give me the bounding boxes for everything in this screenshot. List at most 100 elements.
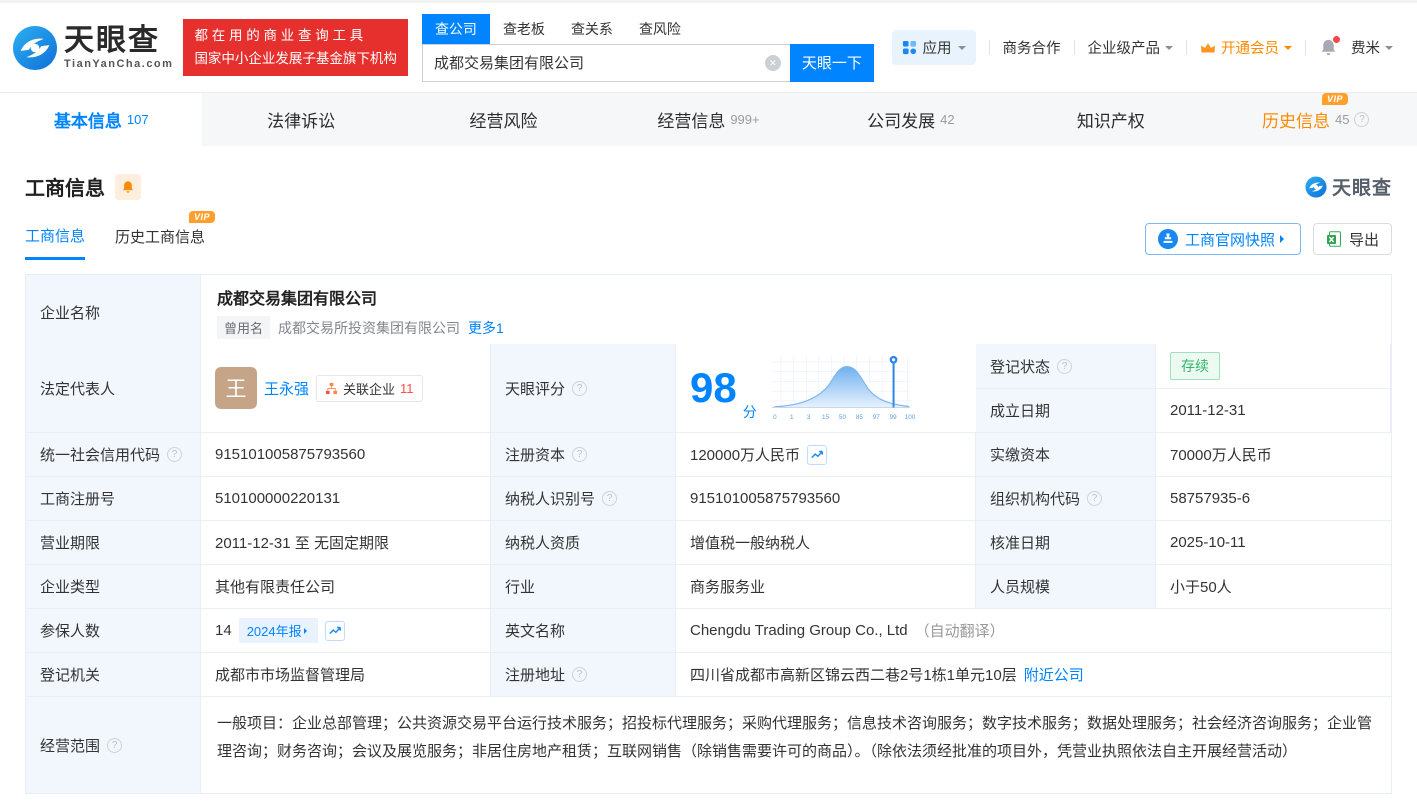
search-tabs: 查公司 查老板 查关系 查风险 <box>421 13 874 44</box>
business-term-label: 营业期限 <box>26 521 201 565</box>
tab-basic-info[interactable]: 基本信息 107 <box>0 93 203 146</box>
search-clear-icon[interactable]: ✕ <box>764 54 781 71</box>
notification-dot <box>1333 36 1340 43</box>
score-label-cell: 天眼评分 ? <box>491 344 676 433</box>
nav-open-vip[interactable]: 开通会员 <box>1200 37 1292 58</box>
search-tab-risk[interactable]: 查风险 <box>639 14 681 44</box>
company-name-cell: 成都交易集团有限公司 曾用名 成都交易所投资集团有限公司 更多1 <box>201 275 1391 350</box>
table-row: 工商注册号 510100000220131 纳税人识别号 ? 915101005… <box>26 477 1391 521</box>
table-row: 企业名称 成都交易集团有限公司 曾用名 成都交易所投资集团有限公司 更多1 <box>26 275 1391 350</box>
search-tab-company[interactable]: 查公司 <box>421 13 490 44</box>
address-label-cell: 注册地址 ? <box>491 653 676 697</box>
tab-intellectual-property[interactable]: 知识产权 <box>1012 93 1214 146</box>
logo-domain-text: TianYanCha.com <box>64 57 174 70</box>
nav-cooperation[interactable]: 商务合作 <box>1003 37 1061 58</box>
reg-authority-label: 登记机关 <box>26 653 201 697</box>
more-former-names-link[interactable]: 更多1 <box>468 318 504 338</box>
tab-legal[interactable]: 法律诉讼 <box>202 93 404 146</box>
trend-chart-icon[interactable] <box>324 620 345 641</box>
nav-apps[interactable]: 应用 <box>891 30 976 65</box>
insured-label: 参保人数 <box>26 609 201 653</box>
subtab-history-business-info[interactable]: 历史工商信息 VIP <box>115 211 216 258</box>
site-logo[interactable]: 天眼查 TianYanCha.com <box>12 25 173 71</box>
related-companies-badge[interactable]: 关联企业 11 <box>316 374 423 402</box>
reg-number-value: 510100000220131 <box>201 477 491 521</box>
annual-report-badge[interactable]: 2024年报 <box>238 618 318 643</box>
taxpayer-quality-label: 纳税人资质 <box>491 521 676 565</box>
search-tab-relation[interactable]: 查关系 <box>571 14 613 44</box>
export-button[interactable]: 导出 <box>1312 223 1392 255</box>
nav-divider <box>988 40 990 55</box>
svg-text:100: 100 <box>905 414 915 421</box>
chevron-down-icon <box>1165 45 1173 54</box>
chevron-down-icon <box>957 45 966 54</box>
tab-company-development[interactable]: 公司发展 42 <box>810 93 1012 146</box>
insured-cell: 14 2024年报 <box>201 609 491 653</box>
subscribe-bell-button[interactable] <box>115 173 141 200</box>
help-icon[interactable]: ? <box>1354 112 1370 127</box>
business-scope-label-cell: 经营范围 ? <box>26 697 201 793</box>
company-name: 成都交易集团有限公司 <box>217 291 378 308</box>
related-companies-count: 11 <box>400 380 414 396</box>
nav-user-menu[interactable]: 费米 <box>1351 37 1393 58</box>
english-name-label: 英文名称 <box>491 609 676 653</box>
help-icon[interactable]: ? <box>572 447 588 462</box>
subtab-label: 历史工商信息 <box>115 229 206 246</box>
tab-history-info[interactable]: 历史信息 VIP 45 ? <box>1215 93 1417 146</box>
help-icon[interactable]: ? <box>572 667 588 682</box>
search-tab-boss[interactable]: 查老板 <box>503 14 545 44</box>
nav-enterprise[interactable]: 企业级产品 <box>1088 37 1173 58</box>
subtab-business-info[interactable]: 工商信息 <box>25 225 86 260</box>
org-code-value: 58757935-6 <box>1156 477 1391 521</box>
search-area: 查公司 查老板 查关系 查风险 ✕ 天眼一下 <box>421 13 874 82</box>
search-button[interactable]: 天眼一下 <box>789 43 874 82</box>
official-snapshot-button[interactable]: 工商官网快照 <box>1144 223 1301 255</box>
tab-label: 基本信息 <box>53 112 122 131</box>
vip-badge: VIP <box>1321 93 1348 105</box>
help-icon[interactable]: ? <box>602 491 618 506</box>
est-date-value: 2011-12-31 <box>1156 389 1391 433</box>
legal-rep-avatar[interactable]: 王 <box>215 367 257 409</box>
svg-text:15: 15 <box>822 414 830 421</box>
nearby-companies-link[interactable]: 附近公司 <box>1024 664 1084 685</box>
former-name: 成都交易所投资集团有限公司 <box>278 319 461 336</box>
help-icon[interactable]: ? <box>1087 491 1103 506</box>
help-icon[interactable]: ? <box>572 380 588 396</box>
search-input[interactable] <box>421 43 790 82</box>
svg-text:99: 99 <box>889 414 897 421</box>
business-term-value: 2011-12-31 至 无固定期限 <box>201 521 491 565</box>
help-icon[interactable]: ? <box>107 737 123 753</box>
reg-number-label: 工商注册号 <box>26 477 201 521</box>
section-title: 工商信息 <box>25 178 105 200</box>
help-icon[interactable]: ? <box>1057 358 1073 374</box>
tab-operation-info[interactable]: 经营信息 999+ <box>607 93 809 146</box>
est-date-label: 成立日期 <box>976 389 1156 433</box>
help-icon[interactable]: ? <box>167 447 183 462</box>
notifications-button[interactable] <box>1319 36 1340 57</box>
legal-rep-name-link[interactable]: 王永强 <box>264 378 309 399</box>
business-info-table: 企业名称 成都交易集团有限公司 曾用名 成都交易所投资集团有限公司 更多1 法定… <box>25 274 1392 794</box>
uscc-value: 915101005875793560 <box>201 433 491 477</box>
english-name-cell: Chengdu Trading Group Co., Ltd （自动翻译） <box>676 609 1391 653</box>
annual-report-label: 2024年报 <box>246 624 302 639</box>
watermark-text: 天眼查 <box>1331 178 1392 199</box>
score-unit: 分 <box>742 404 757 420</box>
tab-operation-risk[interactable]: 经营风险 <box>405 93 607 146</box>
business-scope-value: 一般项目：企业总部管理；公共资源交易平台运行技术服务；招投标代理服务；采购代理服… <box>201 697 1391 793</box>
site-header: 天眼查 TianYanCha.com 都 在 用 的 商 业 查 询 工 具 国… <box>0 3 1417 92</box>
logo-brand-text: 天眼查 <box>64 23 160 57</box>
taxpayer-id-label-cell: 纳税人识别号 ? <box>491 477 676 521</box>
trend-chart-icon[interactable] <box>807 444 828 465</box>
org-code-label-cell: 组织机构代码 ? <box>976 477 1156 521</box>
reg-capital-label-cell: 注册资本 ? <box>491 433 676 477</box>
svg-text:97: 97 <box>873 414 881 421</box>
staff-size-label: 人员规模 <box>976 565 1156 609</box>
table-row: 统一社会信用代码 ? 915101005875793560 注册资本 ? 120… <box>26 433 1391 477</box>
tab-count: 999+ <box>730 112 760 127</box>
approval-date-value: 2025-10-11 <box>1156 521 1391 565</box>
apps-grid-icon <box>902 40 917 55</box>
tab-label: 知识产权 <box>1076 112 1145 131</box>
paid-capital-label: 实缴资本 <box>976 433 1156 477</box>
svg-text:85: 85 <box>856 414 864 421</box>
bell-icon <box>121 180 135 194</box>
